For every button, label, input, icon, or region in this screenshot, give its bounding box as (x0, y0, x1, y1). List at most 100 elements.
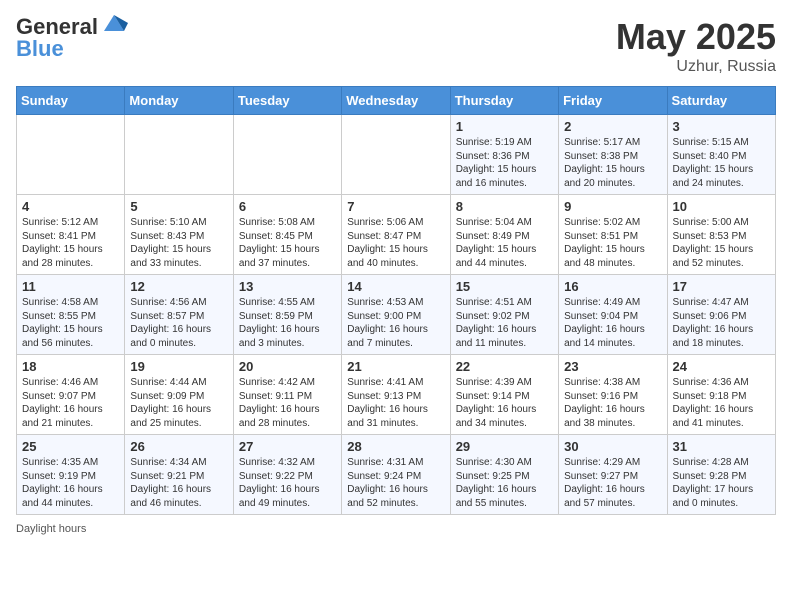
day-info: Sunrise: 5:06 AM Sunset: 8:47 PM Dayligh… (347, 216, 444, 270)
weekday-header-sunday: Sunday (17, 87, 125, 115)
calendar-cell: 18 Sunrise: 4:46 AM Sunset: 9:07 PM Dayli… (17, 355, 125, 435)
day-info: Sunrise: 5:10 AM Sunset: 8:43 PM Dayligh… (130, 216, 227, 270)
calendar-footer: Daylight hours (16, 523, 776, 535)
day-number: 18 (22, 359, 119, 374)
day-info: Sunrise: 4:47 AM Sunset: 9:06 PM Dayligh… (673, 296, 770, 350)
logo-icon (100, 9, 128, 37)
day-number: 4 (22, 199, 119, 214)
calendar-cell: 26Sunrise: 4:34 AM Sunset: 9:21 PM Dayli… (125, 435, 233, 515)
day-number: 11 (22, 279, 119, 294)
title-block: May 2025 Uzhur, Russia (616, 16, 776, 76)
day-info: Sunrise: 4:44 AM Sunset: 9:09 PM Dayligh… (130, 376, 227, 430)
day-info: Sunrise: 4:41 AM Sunset: 9:13 PM Dayligh… (347, 376, 444, 430)
day-number: 19 (130, 359, 227, 374)
day-info: Sunrise: 5:19 AM Sunset: 8:36 PM Dayligh… (456, 136, 553, 190)
calendar-cell: 19 Sunrise: 4:44 AM Sunset: 9:09 PM Dayli… (125, 355, 233, 435)
day-info: Sunrise: 4:53 AM Sunset: 9:00 PM Dayligh… (347, 296, 444, 350)
day-number: 7 (347, 199, 444, 214)
day-info: Sunrise: 4:28 AM Sunset: 9:28 PM Dayligh… (673, 456, 770, 510)
calendar-cell: 23 Sunrise: 4:38 AM Sunset: 9:16 PM Dayli… (559, 355, 667, 435)
calendar-cell: 8Sunrise: 5:04 AM Sunset: 8:49 PM Daylig… (450, 195, 558, 275)
day-number: 15 (456, 279, 553, 294)
weekday-header-monday: Monday (125, 87, 233, 115)
day-info: Sunrise: 5:15 AM Sunset: 8:40 PM Dayligh… (673, 136, 770, 190)
day-number: 5 (130, 199, 227, 214)
day-number: 23 (564, 359, 661, 374)
day-info: Sunrise: 4:34 AM Sunset: 9:21 PM Dayligh… (130, 456, 227, 510)
day-info: Sunrise: 4:46 AM Sunset: 9:07 PM Dayligh… (22, 376, 119, 430)
calendar-cell: 13 Sunrise: 4:55 AM Sunset: 8:59 PM Dayli… (233, 275, 341, 355)
day-info: Sunrise: 5:02 AM Sunset: 8:51 PM Dayligh… (564, 216, 661, 270)
calendar-table: SundayMondayTuesdayWednesdayThursdayFrid… (16, 86, 776, 515)
day-number: 16 (564, 279, 661, 294)
day-number: 28 (347, 439, 444, 454)
day-number: 9 (564, 199, 661, 214)
day-number: 1 (456, 119, 553, 134)
day-info: Sunrise: 4:49 AM Sunset: 9:04 PM Dayligh… (564, 296, 661, 350)
day-number: 21 (347, 359, 444, 374)
day-number: 24 (673, 359, 770, 374)
calendar-cell: 1 Sunrise: 5:19 AM Sunset: 8:36 PM Daylig… (450, 115, 558, 195)
calendar-cell: 15 Sunrise: 4:51 AM Sunset: 9:02 PM Dayli… (450, 275, 558, 355)
calendar-week-2: 4 Sunrise: 5:12 AM Sunset: 8:41 PM Daylig… (17, 195, 776, 275)
calendar-cell: 27Sunrise: 4:32 AM Sunset: 9:22 PM Dayli… (233, 435, 341, 515)
day-number: 10 (673, 199, 770, 214)
calendar-cell: 24 Sunrise: 4:36 AM Sunset: 9:18 PM Dayli… (667, 355, 775, 435)
calendar-cell: 14 Sunrise: 4:53 AM Sunset: 9:00 PM Dayli… (342, 275, 450, 355)
day-info: Sunrise: 4:58 AM Sunset: 8:55 PM Dayligh… (22, 296, 119, 350)
calendar-cell: 28 Sunrise: 4:31 AM Sunset: 9:24 PM Dayli… (342, 435, 450, 515)
day-number: 8 (456, 199, 553, 214)
day-info: Sunrise: 4:39 AM Sunset: 9:14 PM Dayligh… (456, 376, 553, 430)
page-header: General Blue May 2025 Uzhur, Russia (16, 16, 776, 76)
calendar-cell: 31 Sunrise: 4:28 AM Sunset: 9:28 PM Dayli… (667, 435, 775, 515)
calendar-cell: 17Sunrise: 4:47 AM Sunset: 9:06 PM Dayli… (667, 275, 775, 355)
day-number: 22 (456, 359, 553, 374)
calendar-cell (233, 115, 341, 195)
day-info: Sunrise: 4:29 AM Sunset: 9:27 PM Dayligh… (564, 456, 661, 510)
calendar-week-3: 11 Sunrise: 4:58 AM Sunset: 8:55 PM Dayli… (17, 275, 776, 355)
calendar-cell (342, 115, 450, 195)
day-number: 29 (456, 439, 553, 454)
day-number: 12 (130, 279, 227, 294)
calendar-cell: 22 Sunrise: 4:39 AM Sunset: 9:14 PM Dayli… (450, 355, 558, 435)
calendar-cell: 3Sunrise: 5:15 AM Sunset: 8:40 PM Daylig… (667, 115, 775, 195)
day-info: Sunrise: 5:17 AM Sunset: 8:38 PM Dayligh… (564, 136, 661, 190)
calendar-cell: 25Sunrise: 4:35 AM Sunset: 9:19 PM Dayli… (17, 435, 125, 515)
day-info: Sunrise: 4:56 AM Sunset: 8:57 PM Dayligh… (130, 296, 227, 350)
location-subtitle: Uzhur, Russia (616, 58, 776, 76)
calendar-cell: 7 Sunrise: 5:06 AM Sunset: 8:47 PM Daylig… (342, 195, 450, 275)
calendar-header-row: SundayMondayTuesdayWednesdayThursdayFrid… (17, 87, 776, 115)
day-info: Sunrise: 4:38 AM Sunset: 9:16 PM Dayligh… (564, 376, 661, 430)
day-number: 27 (239, 439, 336, 454)
logo-blue: Blue (16, 36, 64, 61)
calendar-cell: 11 Sunrise: 4:58 AM Sunset: 8:55 PM Dayli… (17, 275, 125, 355)
logo-general: General (16, 16, 98, 38)
weekday-header-wednesday: Wednesday (342, 87, 450, 115)
day-number: 31 (673, 439, 770, 454)
calendar-cell: 4 Sunrise: 5:12 AM Sunset: 8:41 PM Daylig… (17, 195, 125, 275)
month-year-title: May 2025 (616, 16, 776, 58)
day-number: 14 (347, 279, 444, 294)
day-info: Sunrise: 4:55 AM Sunset: 8:59 PM Dayligh… (239, 296, 336, 350)
daylight-hours-label: Daylight hours (16, 523, 86, 535)
day-number: 6 (239, 199, 336, 214)
day-info: Sunrise: 4:31 AM Sunset: 9:24 PM Dayligh… (347, 456, 444, 510)
calendar-cell: 16 Sunrise: 4:49 AM Sunset: 9:04 PM Dayli… (559, 275, 667, 355)
calendar-week-4: 18 Sunrise: 4:46 AM Sunset: 9:07 PM Dayli… (17, 355, 776, 435)
day-info: Sunrise: 5:12 AM Sunset: 8:41 PM Dayligh… (22, 216, 119, 270)
day-number: 13 (239, 279, 336, 294)
calendar-cell: 30Sunrise: 4:29 AM Sunset: 9:27 PM Dayli… (559, 435, 667, 515)
calendar-cell: 20 Sunrise: 4:42 AM Sunset: 9:11 PM Dayli… (233, 355, 341, 435)
logo: General Blue (16, 16, 128, 61)
day-info: Sunrise: 4:30 AM Sunset: 9:25 PM Dayligh… (456, 456, 553, 510)
day-number: 20 (239, 359, 336, 374)
weekday-header-saturday: Saturday (667, 87, 775, 115)
day-info: Sunrise: 4:51 AM Sunset: 9:02 PM Dayligh… (456, 296, 553, 350)
calendar-cell: 2 Sunrise: 5:17 AM Sunset: 8:38 PM Daylig… (559, 115, 667, 195)
calendar-week-5: 25Sunrise: 4:35 AM Sunset: 9:19 PM Dayli… (17, 435, 776, 515)
day-number: 25 (22, 439, 119, 454)
calendar-cell: 10Sunrise: 5:00 AM Sunset: 8:53 PM Dayli… (667, 195, 775, 275)
day-info: Sunrise: 4:42 AM Sunset: 9:11 PM Dayligh… (239, 376, 336, 430)
day-info: Sunrise: 4:36 AM Sunset: 9:18 PM Dayligh… (673, 376, 770, 430)
day-number: 2 (564, 119, 661, 134)
